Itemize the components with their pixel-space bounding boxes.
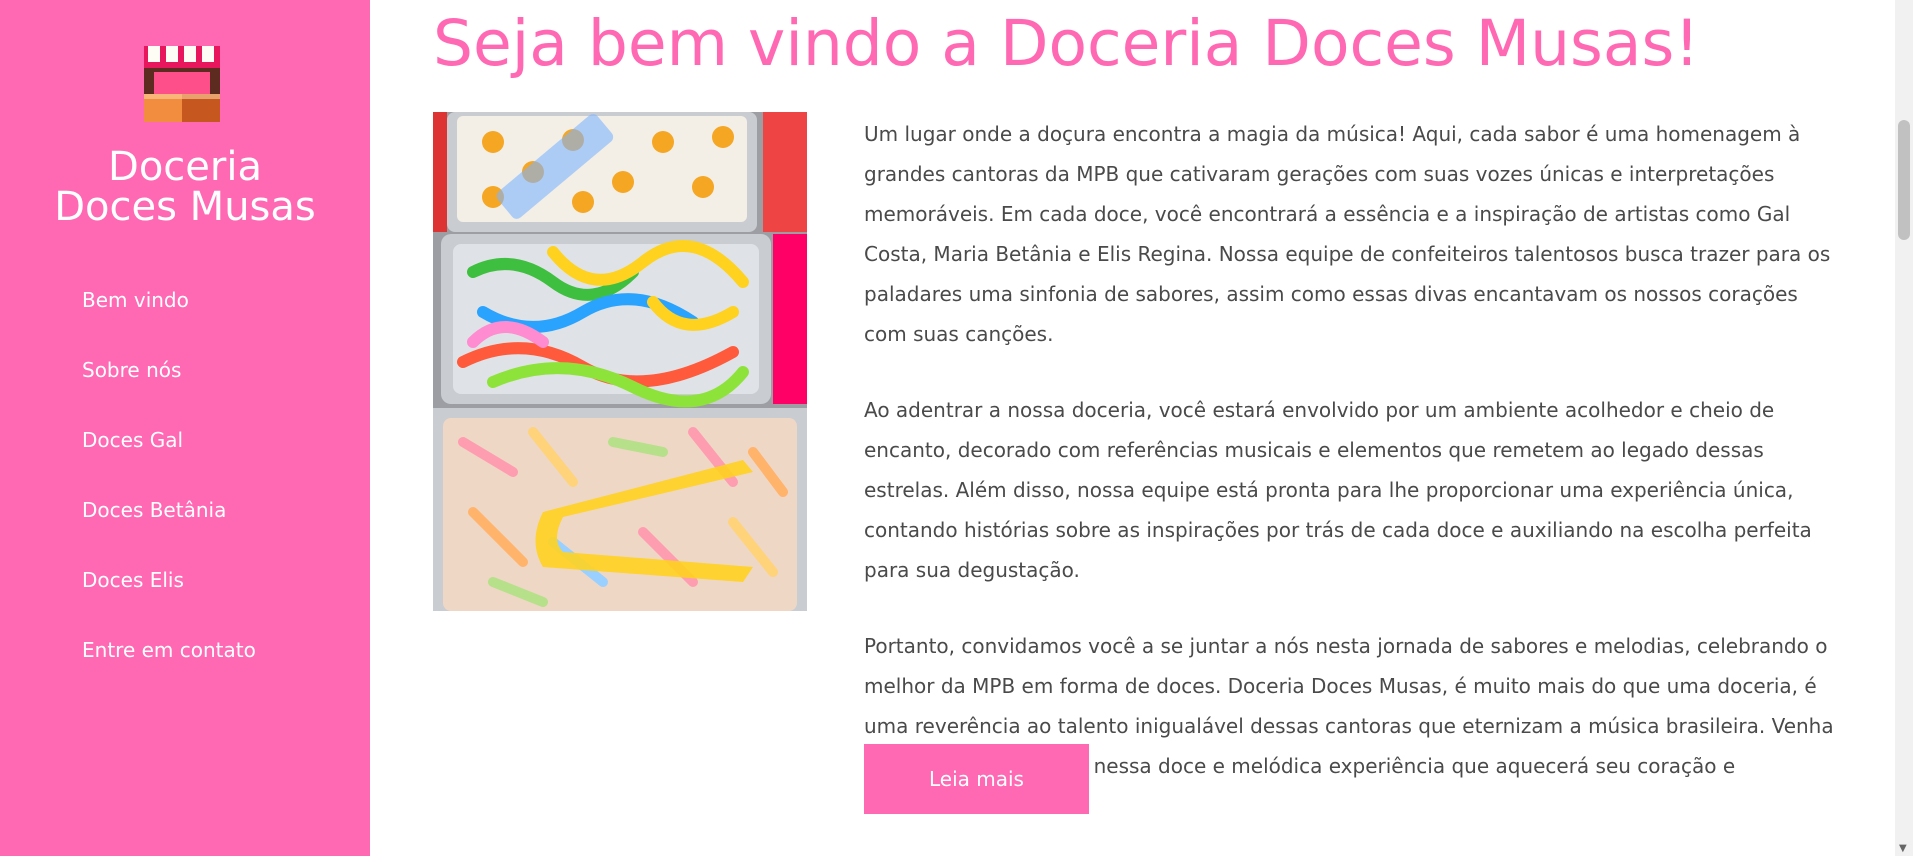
candy-shop-icon: [144, 46, 220, 122]
nav-link-contato[interactable]: Entre em contato: [82, 638, 256, 662]
nav-item-sobre-nos: Sobre nós: [82, 354, 256, 424]
scrollbar-thumb[interactable]: [1898, 120, 1910, 240]
nav-item-contato: Entre em contato: [82, 634, 256, 704]
brand-name-line2: Doces Musas: [54, 184, 316, 230]
sidebar-nav: Bem vindo Sobre nós Doces Gal Doces Betâ…: [82, 284, 256, 704]
nav-link-doces-gal[interactable]: Doces Gal: [82, 428, 183, 452]
nav-link-doces-elis[interactable]: Doces Elis: [82, 568, 184, 592]
brand-name-line1: Doceria: [108, 144, 262, 190]
page-title: Seja bem vindo a Doceria Doces Musas!: [433, 7, 1700, 80]
sidebar: Doceria Doces Musas Bem vindo Sobre nós …: [0, 0, 370, 856]
nav-link-sobre-nos[interactable]: Sobre nós: [82, 358, 181, 382]
nav-link-doces-betania[interactable]: Doces Betânia: [82, 498, 226, 522]
candy-photo: [433, 112, 807, 611]
scroll-down-arrow-icon[interactable]: ▼: [1899, 843, 1907, 854]
intro-paragraph-1: Um lugar onde a doçura encontra a magia …: [864, 122, 1831, 346]
nav-item-doces-gal: Doces Gal: [82, 424, 256, 494]
nav-item-doces-betania: Doces Betânia: [82, 494, 256, 564]
page-scrollbar[interactable]: ▼: [1895, 0, 1913, 856]
nav-link-bem-vindo[interactable]: Bem vindo: [82, 288, 189, 312]
read-more-button[interactable]: Leia mais: [864, 744, 1089, 814]
nav-item-bem-vindo: Bem vindo: [82, 284, 256, 354]
nav-item-doces-elis: Doces Elis: [82, 564, 256, 634]
intro-paragraph-2: Ao adentrar a nossa doceria, você estará…: [864, 398, 1812, 582]
